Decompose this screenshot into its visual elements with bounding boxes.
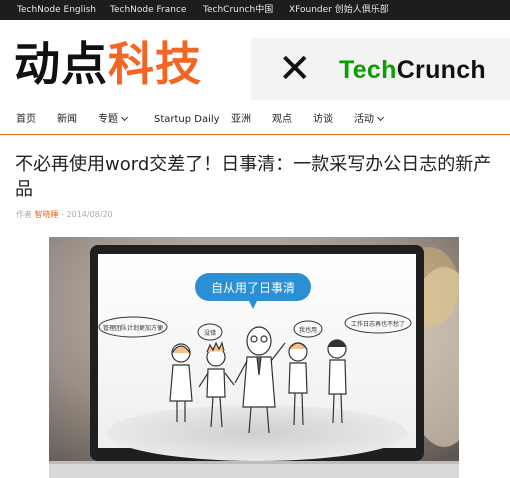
mid-right-bubble-text: 我也用 <box>299 326 317 334</box>
nav-item-asia[interactable]: 亚洲 <box>231 110 251 130</box>
techcrunch-wordmark-crunch: Crunch <box>396 56 487 84</box>
nav-item-home[interactable]: 首页 <box>16 110 36 130</box>
top-bar: TechNode English TechNode France TechCru… <box>0 0 510 20</box>
techcrunch-wordmark-tech: Tech <box>339 56 397 84</box>
close-x-icon: ✕ <box>278 46 312 92</box>
nav-item-topics[interactable]: 专题 <box>98 110 129 130</box>
nav-item-label: 首页 <box>16 114 36 125</box>
nav-item-startup-daily[interactable]: Startup Daily <box>154 110 220 130</box>
chevron-down-icon <box>376 113 385 122</box>
nav-item-label: Startup Daily <box>154 114 220 125</box>
person-body <box>169 364 193 402</box>
article-date: - 2014/08/20 <box>58 210 113 219</box>
article-title: 不必再使用word交差了！日事清：一款采写办公日志的新产品 <box>15 154 492 200</box>
nav-divider <box>0 134 510 135</box>
person-body <box>206 368 226 398</box>
nav-item-events[interactable]: 活动 <box>354 110 385 130</box>
laptop-hinge <box>49 461 459 464</box>
author-prefix: 作者 <box>16 210 32 219</box>
nav-item-label: 观点 <box>272 114 292 125</box>
person-body <box>328 359 347 395</box>
left-bubble-text: 管理团队计划更加方便 <box>103 324 163 332</box>
article-hero-image: 自从用了日事清 管理团队计划更加方便 没错 我也用 工作日志再也不愁了 <box>49 237 459 478</box>
techcrunch-wordmark: TechCrunch <box>339 54 486 86</box>
person-head <box>246 326 272 356</box>
topbar-link-technode-france[interactable]: TechNode France <box>110 0 186 20</box>
author-link[interactable]: 智晓睡 <box>35 210 59 219</box>
main-bubble-text: 自从用了日事清 <box>211 281 295 295</box>
nav-item-opinion[interactable]: 观点 <box>272 110 292 130</box>
techcrunch-banner[interactable]: ✕ TechCrunch <box>251 38 510 100</box>
logo-text-part1: 动点 <box>14 37 108 91</box>
nav-item-label: 访谈 <box>313 114 333 125</box>
nav-item-label: 活动 <box>354 114 374 125</box>
floor-shadow <box>107 405 407 461</box>
right-bubble-text: 工作日志再也不愁了 <box>351 320 405 328</box>
nav-item-news[interactable]: 新闻 <box>57 110 77 130</box>
laptop-illustration: 自从用了日事清 管理团队计划更加方便 没错 我也用 工作日志再也不愁了 <box>49 237 459 478</box>
topbar-link-techcrunch-cn[interactable]: TechCrunch中国 <box>203 0 273 20</box>
nav-item-label: 专题 <box>98 114 118 125</box>
main-nav: 首页 新闻 专题 Startup Daily 亚洲 观点 访谈 活动 <box>0 110 510 134</box>
chevron-down-icon <box>120 113 129 122</box>
article-meta: 作者 智晓睡 - 2014/08/20 <box>16 209 113 221</box>
topbar-link-xfounder[interactable]: XFounder 创始人俱乐部 <box>289 0 389 20</box>
logo-text-part2: 科技 <box>108 37 202 91</box>
mid-left-bubble-text: 没错 <box>204 329 216 337</box>
person-body <box>288 362 308 394</box>
nav-item-label: 新闻 <box>57 114 77 125</box>
nav-item-interviews[interactable]: 访谈 <box>313 110 333 130</box>
nav-item-label: 亚洲 <box>231 114 251 125</box>
site-logo[interactable]: 动点科技 <box>14 34 202 94</box>
topbar-link-technode-english[interactable]: TechNode English <box>17 0 96 20</box>
